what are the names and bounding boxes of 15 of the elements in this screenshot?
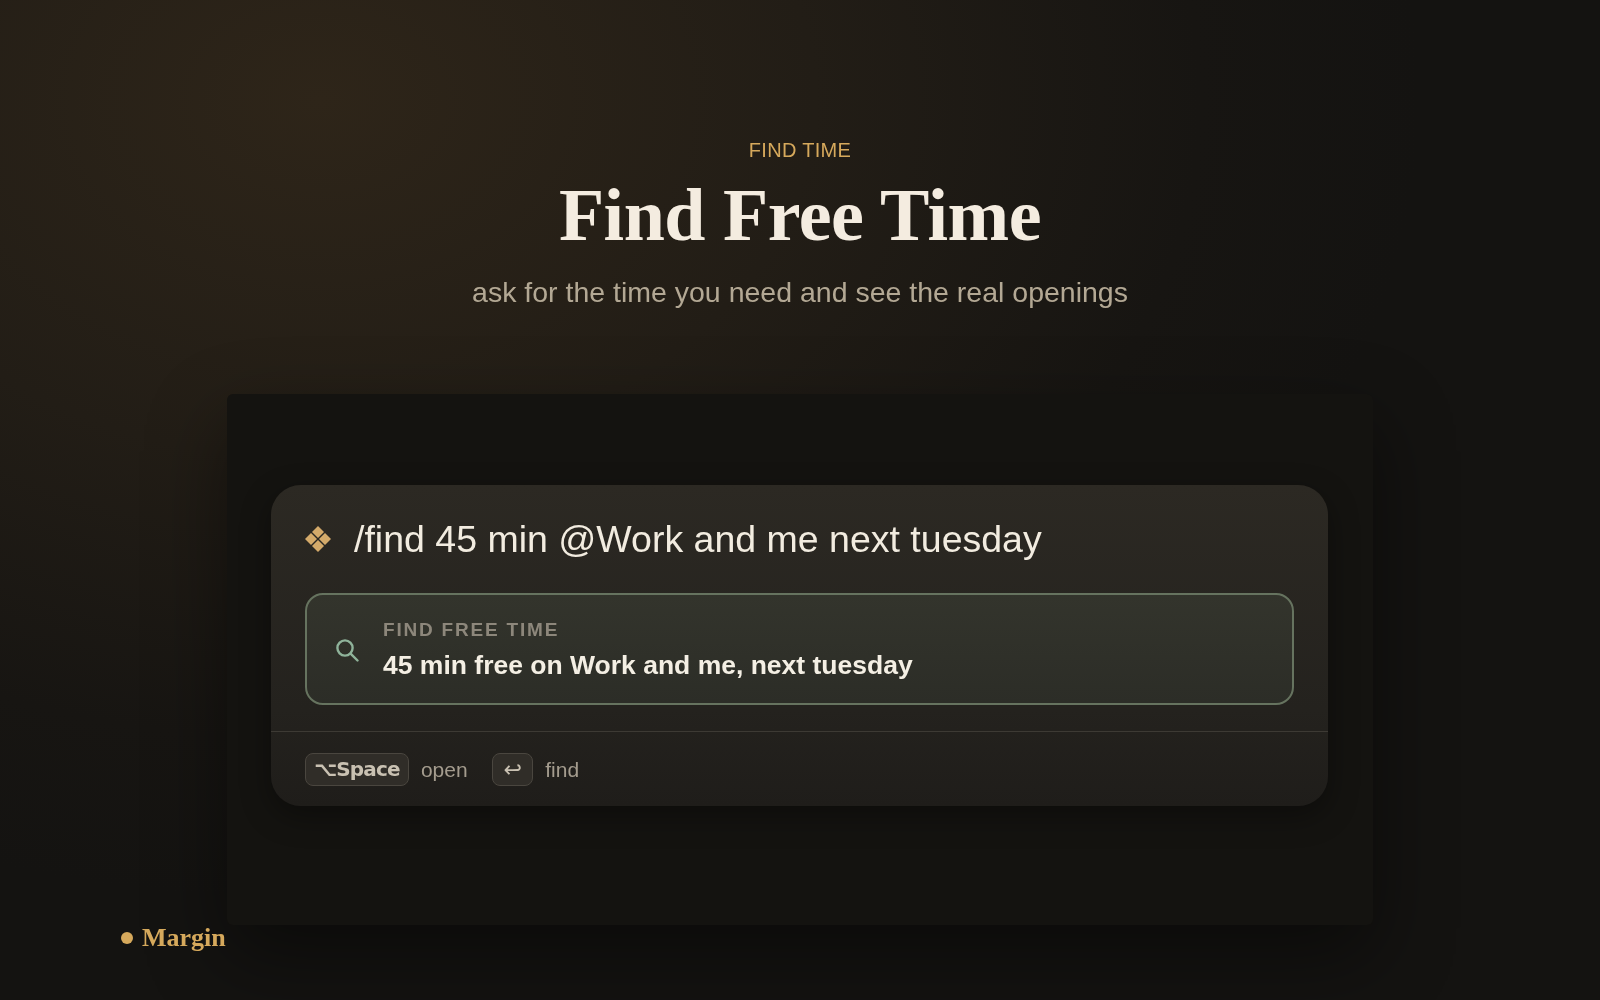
- result-title: 45 min free on Work and me, next tuesday: [383, 649, 913, 681]
- page-subtitle: ask for the time you need and see the real openings: [472, 275, 1128, 310]
- brand-name: Margin: [142, 923, 226, 953]
- search-icon: [335, 637, 359, 662]
- eyebrow-label: FIND TIME: [748, 138, 852, 163]
- page-title: Find Free Time: [558, 173, 1042, 258]
- key-hint: ↩: [491, 753, 534, 786]
- four-diamond-icon: [304, 525, 332, 553]
- key-hint: ⌥Space: [305, 753, 409, 786]
- command-input[interactable]: /find 45 min @Work and me next tuesday: [354, 517, 1294, 561]
- dot-icon: [121, 932, 133, 944]
- shortcut-action: open: [420, 757, 468, 783]
- result-category: FIND FREE TIME: [383, 618, 561, 642]
- shortcut-action: find: [545, 757, 580, 783]
- result-item[interactable]: FIND FREE TIME 45 min free on Work and me, next tuesday: [305, 593, 1294, 705]
